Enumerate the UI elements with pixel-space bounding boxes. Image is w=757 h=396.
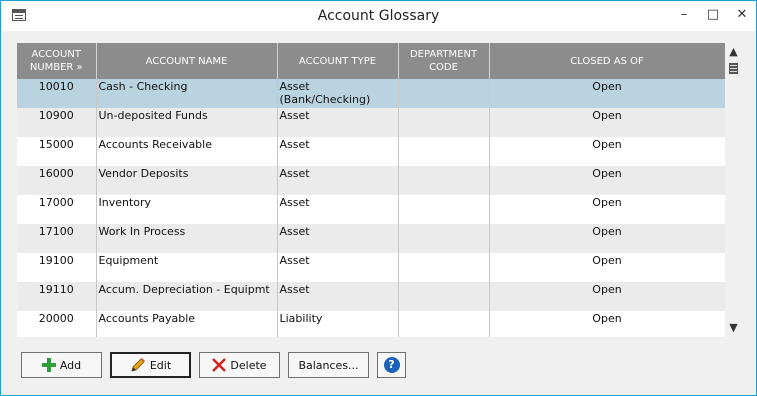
column-header-account-name[interactable]: ACCOUNT NAME	[96, 43, 278, 79]
cell-account-name: Accum. Depreciation - Equipmt	[96, 282, 278, 311]
cell-account-number: 17100	[17, 224, 97, 253]
vertical-scrollbar[interactable]: ▲ ▼	[725, 43, 742, 337]
x-icon	[212, 358, 227, 372]
maximize-button[interactable]: □	[698, 1, 728, 31]
cell-department-code	[398, 195, 490, 224]
balances-button-label: Balances...	[298, 358, 359, 372]
cell-closed-as-of: Open	[489, 311, 725, 337]
cell-account-name: Accounts Payable	[96, 311, 278, 337]
cell-department-code	[398, 79, 490, 108]
cell-account-name: Un-deposited Funds	[96, 108, 278, 137]
title-bar[interactable]: Account Glossary – □ ✕	[1, 1, 756, 31]
cell-account-type: Asset	[277, 166, 399, 195]
column-header-account-number[interactable]: ACCOUNT NUMBER »	[17, 43, 97, 79]
cell-account-name: Inventory	[96, 195, 278, 224]
cell-account-name: Work In Process	[96, 224, 278, 253]
table-row[interactable]: 16000 Vendor Deposits Asset Open	[17, 166, 725, 195]
balances-button[interactable]: Balances...	[288, 352, 369, 378]
cell-account-type: Asset	[277, 282, 399, 311]
cell-account-name: Vendor Deposits	[96, 166, 278, 195]
edit-button-label: Edit	[149, 358, 172, 372]
cell-account-type: Asset	[277, 137, 399, 166]
question-icon: ?	[383, 357, 400, 373]
cell-department-code	[398, 137, 490, 166]
help-button[interactable]: ?	[377, 352, 406, 378]
table-row[interactable]: 17100 Work In Process Asset Open	[17, 224, 725, 253]
cell-closed-as-of: Open	[489, 166, 725, 195]
cell-account-number: 17000	[17, 195, 97, 224]
account-table-container: ACCOUNT NUMBER » ACCOUNT NAME ACCOUNT TY…	[17, 43, 725, 337]
cell-account-number: 16000	[17, 166, 97, 195]
cell-closed-as-of: Open	[489, 137, 725, 166]
account-table: ACCOUNT NUMBER » ACCOUNT NAME ACCOUNT TY…	[17, 43, 725, 337]
cell-account-type: Asset	[277, 108, 399, 137]
close-button[interactable]: ✕	[727, 1, 757, 31]
cell-account-type: Liability	[277, 311, 399, 337]
add-button[interactable]: Add	[21, 352, 102, 378]
column-header-department-code[interactable]: DEPARTMENT CODE	[398, 43, 490, 79]
table-row[interactable]: 20000 Accounts Payable Liability Open	[17, 311, 725, 337]
pencil-icon	[131, 358, 145, 372]
scroll-up-icon[interactable]: ▲	[725, 45, 742, 59]
cell-closed-as-of: Open	[489, 79, 725, 108]
table-row[interactable]: 17000 Inventory Asset Open	[17, 195, 725, 224]
cell-closed-as-of: Open	[489, 282, 725, 311]
cell-account-name: Accounts Receivable	[96, 137, 278, 166]
column-header-closed-as-of[interactable]: CLOSED AS OF	[489, 43, 725, 79]
scrollbar-thumb[interactable]	[729, 63, 738, 74]
cell-account-number: 10900	[17, 108, 97, 137]
cell-account-number: 15000	[17, 137, 97, 166]
table-row[interactable]: 15000 Accounts Receivable Asset Open	[17, 137, 725, 166]
cell-account-type: Asset	[277, 224, 399, 253]
cell-closed-as-of: Open	[489, 108, 725, 137]
cell-account-number: 19110	[17, 282, 97, 311]
scroll-down-icon[interactable]: ▼	[725, 321, 742, 335]
cell-account-number: 20000	[17, 311, 97, 337]
cell-closed-as-of: Open	[489, 224, 725, 253]
cell-department-code	[398, 224, 490, 253]
table-row[interactable]: 10900 Un-deposited Funds Asset Open	[17, 108, 725, 137]
cell-closed-as-of: Open	[489, 253, 725, 282]
cell-department-code	[398, 311, 490, 337]
cell-account-name: Cash - Checking	[96, 79, 278, 108]
edit-button[interactable]: Edit	[110, 352, 191, 378]
table-row[interactable]: 19110 Accum. Depreciation - Equipmt Asse…	[17, 282, 725, 311]
cell-account-number: 19100	[17, 253, 97, 282]
cell-department-code	[398, 282, 490, 311]
window-title: Account Glossary	[317, 8, 440, 24]
cell-department-code	[398, 166, 490, 195]
minimize-button[interactable]: –	[669, 1, 699, 31]
cell-account-name: Equipment	[96, 253, 278, 282]
account-glossary-window: Account Glossary – □ ✕ ACCOUNT NUMBER » …	[0, 0, 757, 396]
cell-account-type: Asset	[277, 195, 399, 224]
account-subtype-text: (Bank/Checking)	[279, 93, 371, 106]
cell-account-type: Asset (Bank/Checking)	[277, 79, 399, 108]
column-header-account-type[interactable]: ACCOUNT TYPE	[277, 43, 399, 79]
add-button-label: Add	[59, 358, 82, 372]
cell-department-code	[398, 108, 490, 137]
account-type-text: Asset	[279, 80, 310, 93]
cell-account-type: Asset	[277, 253, 399, 282]
table-row[interactable]: 10010 Cash - Checking Asset (Bank/Checkin…	[17, 79, 725, 108]
cell-department-code	[398, 253, 490, 282]
plus-icon	[41, 358, 56, 372]
cell-closed-as-of: Open	[489, 195, 725, 224]
table-row[interactable]: 19100 Equipment Asset Open	[17, 253, 725, 282]
delete-button[interactable]: Delete	[199, 352, 280, 378]
cell-account-number: 10010	[17, 79, 97, 108]
delete-button-label: Delete	[230, 358, 267, 372]
